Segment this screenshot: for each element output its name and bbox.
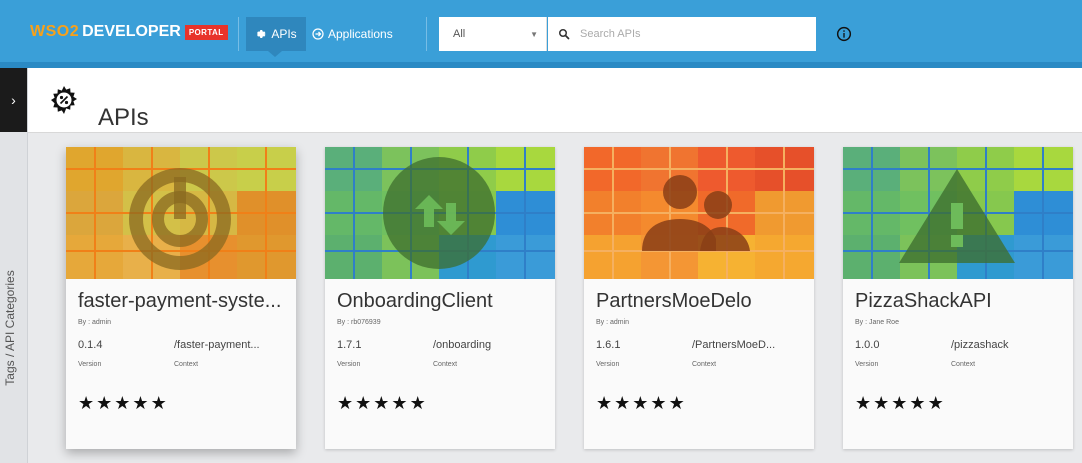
context-label: Context [174, 361, 199, 368]
active-tab-caret [268, 51, 282, 57]
api-context: /PartnersMoeD... [692, 339, 776, 351]
version-label: Version [78, 361, 102, 368]
star-icon[interactable]: ★ [873, 394, 889, 412]
context-label: Context [951, 361, 976, 368]
star-icon[interactable]: ★ [337, 394, 353, 412]
api-card[interactable]: PartnersMoeDelo By : admin 1.6.1 /Partne… [584, 147, 814, 449]
sidebar-toggle-button[interactable]: › [0, 68, 27, 132]
api-author: By : Jane Roe [855, 319, 899, 326]
star-icon[interactable]: ★ [132, 394, 148, 412]
page-title: APIs [98, 104, 149, 132]
api-card[interactable]: OnboardingClient By : rb076939 1.7.1 /on… [325, 147, 555, 449]
api-card[interactable]: faster-payment-syste... By : admin 0.1.4… [66, 147, 296, 449]
nav-tab-apis-label: APIs [271, 27, 297, 41]
api-thumbnail[interactable] [66, 147, 296, 279]
search-icon [559, 29, 570, 40]
star-icon[interactable]: ★ [78, 394, 94, 412]
gear-icon [257, 30, 266, 38]
api-version: 0.1.4 [78, 339, 103, 351]
api-thumbnail[interactable] [584, 147, 814, 279]
star-icon[interactable]: ★ [96, 394, 112, 412]
api-thumbnail[interactable] [325, 147, 555, 279]
top-navigation-bar: WSO2 DEVELOPER PORTAL APIs Applications … [0, 0, 1082, 68]
chevron-down-icon: ▼ [530, 30, 538, 39]
api-rating[interactable]: ★ ★ ★ ★ ★ [78, 394, 167, 412]
star-icon[interactable]: ★ [151, 394, 167, 412]
search-box [548, 17, 816, 51]
api-author: By : rb076939 [337, 319, 381, 326]
version-label: Version [337, 361, 361, 368]
sidebar-label[interactable]: Tags / API Categories [3, 253, 23, 403]
nav-tab-apis[interactable]: APIs [246, 17, 306, 57]
api-name[interactable]: PartnersMoeDelo [596, 290, 806, 313]
api-rating[interactable]: ★ ★ ★ ★ ★ [855, 394, 944, 412]
nav-tab-applications-label: Applications [328, 27, 393, 41]
search-input[interactable] [578, 27, 802, 41]
upload-download-icon [383, 157, 495, 269]
star-icon[interactable]: ★ [909, 394, 925, 412]
api-name[interactable]: PizzaShackAPI [855, 290, 1065, 313]
star-icon[interactable]: ★ [355, 394, 371, 412]
logo-badge: PORTAL [184, 24, 228, 40]
api-name[interactable]: faster-payment-syste... [78, 290, 288, 313]
api-context: /pizzashack [951, 339, 1009, 351]
wso2-developer-portal-logo[interactable]: WSO2 DEVELOPER PORTAL [30, 18, 228, 46]
api-context: /onboarding [433, 339, 492, 351]
chevron-right-icon: › [11, 92, 16, 108]
api-version: 1.7.1 [337, 339, 362, 351]
applications-icon [312, 28, 324, 40]
api-author: By : admin [78, 319, 112, 326]
api-thumbnail[interactable] [843, 147, 1073, 279]
star-icon[interactable]: ★ [373, 394, 389, 412]
api-version: 1.0.0 [855, 339, 880, 351]
star-icon[interactable]: ★ [410, 394, 426, 412]
star-icon[interactable]: ★ [632, 394, 648, 412]
star-icon[interactable]: ★ [855, 394, 871, 412]
page-header: APIs [28, 68, 1082, 133]
info-icon[interactable] [836, 26, 852, 42]
logo-brand: WSO2 [30, 23, 80, 40]
search-filter-value: All [453, 28, 466, 40]
star-icon[interactable]: ★ [928, 394, 944, 412]
context-label: Context [692, 361, 717, 368]
search-filter-select[interactable]: All ▼ [439, 17, 547, 51]
api-rating[interactable]: ★ ★ ★ ★ ★ [337, 394, 426, 412]
star-icon[interactable]: ★ [891, 394, 907, 412]
context-label: Context [433, 361, 458, 368]
version-label: Version [596, 361, 620, 368]
api-version: 1.6.1 [596, 339, 621, 351]
nav-divider [238, 17, 239, 51]
version-label: Version [855, 361, 879, 368]
api-card[interactable]: PizzaShackAPI By : Jane Roe 1.0.0 /pizza… [843, 147, 1073, 449]
api-rating[interactable]: ★ ★ ★ ★ ★ [596, 394, 685, 412]
api-author: By : admin [596, 319, 630, 326]
gear-icon [51, 86, 77, 114]
api-context: /faster-payment... [174, 339, 260, 351]
star-icon[interactable]: ★ [391, 394, 407, 412]
logo-product: DEVELOPER [82, 23, 181, 40]
tags-sidebar: › Tags / API Categories [0, 68, 28, 463]
nav-tab-applications[interactable]: Applications [312, 17, 393, 51]
star-icon[interactable]: ★ [596, 394, 612, 412]
star-icon[interactable]: ★ [114, 394, 130, 412]
star-icon[interactable]: ★ [650, 394, 666, 412]
api-name[interactable]: OnboardingClient [337, 290, 547, 313]
star-icon[interactable]: ★ [669, 394, 685, 412]
star-icon[interactable]: ★ [614, 394, 630, 412]
nav-divider [426, 17, 427, 51]
